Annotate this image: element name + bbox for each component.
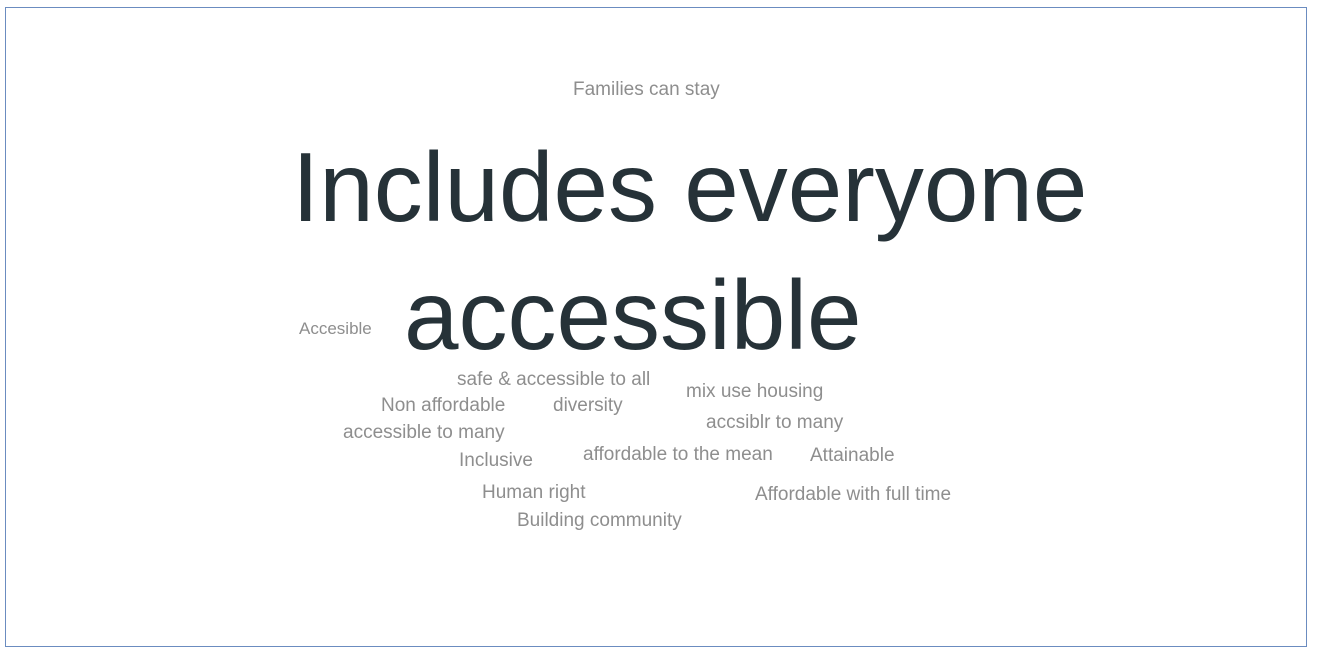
word-accessible-to-many: accessible to many [343, 422, 505, 443]
word-building-community: Building community [517, 510, 682, 531]
word-non-affordable: Non affordable [381, 395, 506, 416]
word-accessible: accessible [404, 260, 862, 370]
word-affordable-with-full-time: Affordable with full time [755, 484, 952, 505]
word-families-can-stay: Families can stay [573, 79, 720, 100]
word-inclusive: Inclusive [459, 450, 533, 471]
word-human-right: Human right [482, 482, 586, 503]
word-safe-and-accessible-to-all: safe & accessible to all [457, 369, 651, 390]
word-cloud: Families can stay Includes everyone Acce… [0, 0, 1341, 619]
word-accesible: Accesible [299, 319, 372, 338]
word-mix-use-housing: mix use housing [686, 381, 824, 402]
word-attainable: Attainable [810, 445, 895, 466]
word-accsiblr-to-many: accsiblr to many [706, 412, 844, 433]
word-diversity: diversity [553, 395, 623, 416]
word-affordable-to-the-mean: affordable to the mean [583, 444, 773, 465]
word-includes-everyone: Includes everyone [292, 132, 1088, 242]
